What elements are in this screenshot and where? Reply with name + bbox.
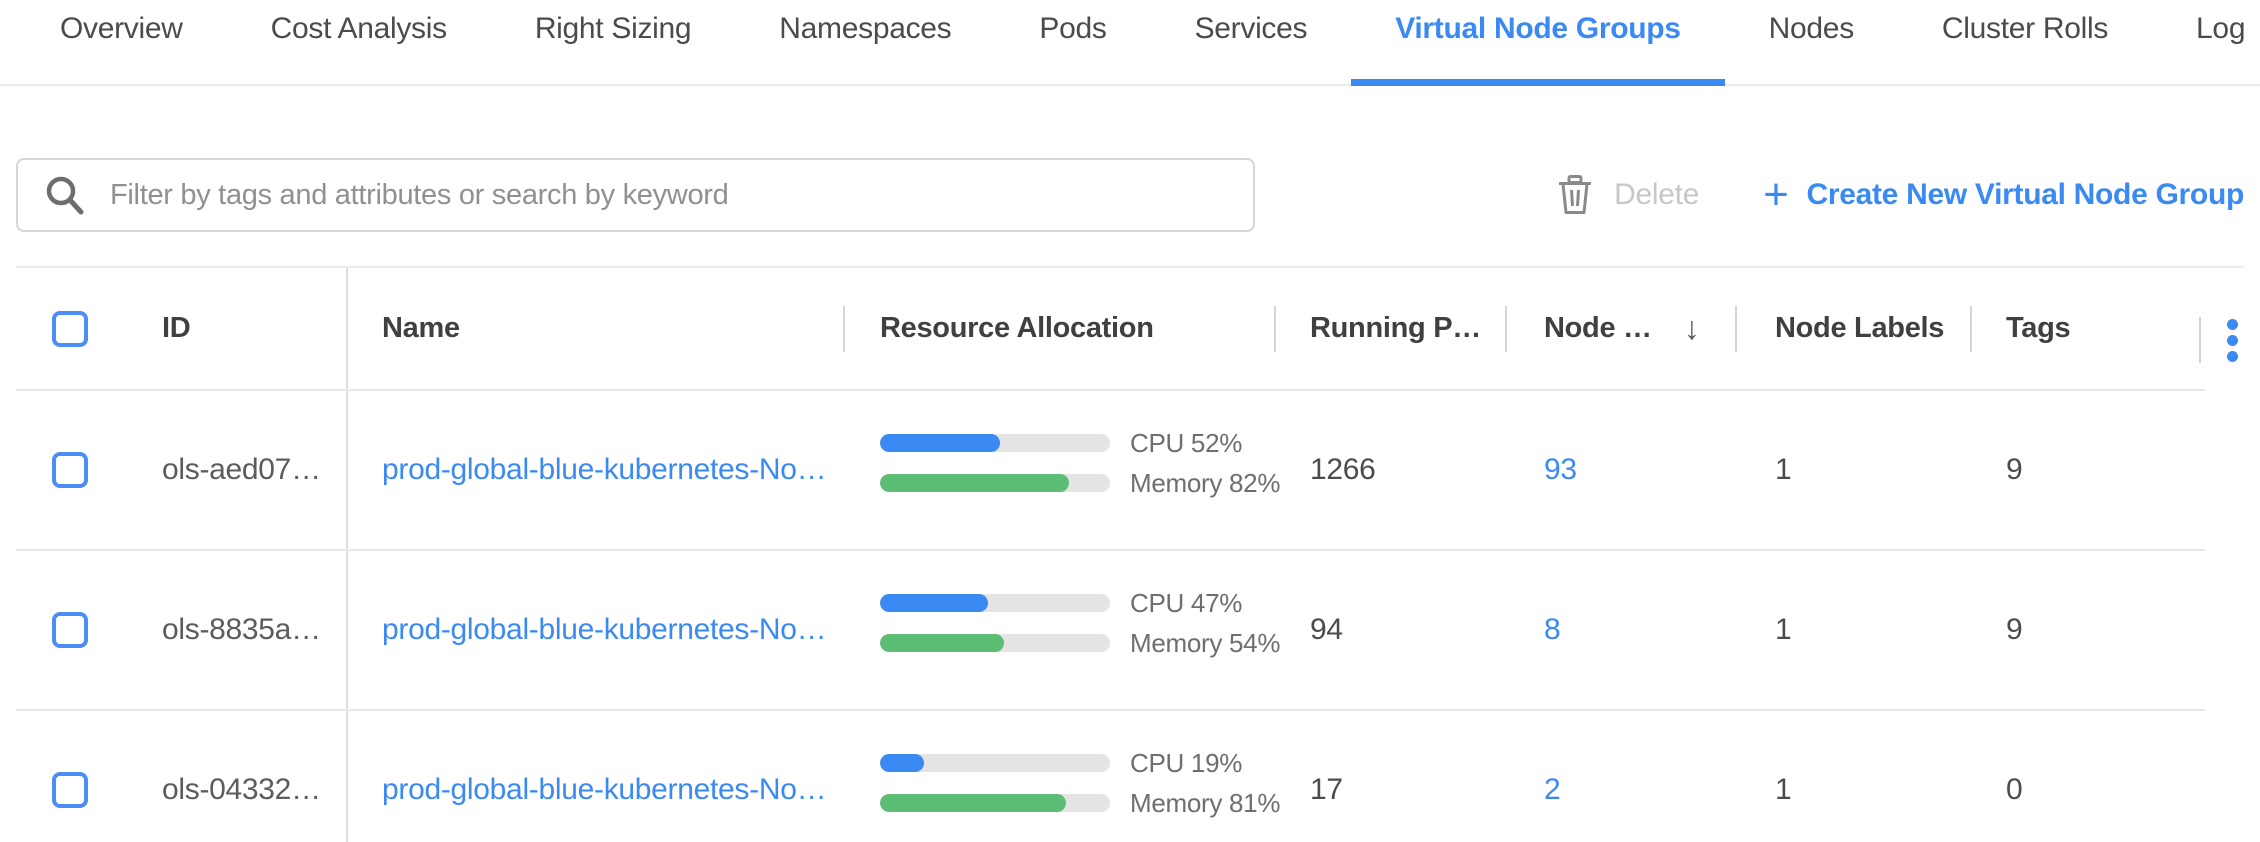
column-divider xyxy=(1274,306,1276,352)
vng-name-link[interactable]: prod-global-blue-kubernetes-No… xyxy=(382,613,826,647)
nodes-count-link[interactable]: 2 xyxy=(1544,773,1560,807)
trash-icon xyxy=(1558,175,1592,215)
nodes-count-link[interactable]: 93 xyxy=(1544,453,1577,487)
create-vng-button-label: Create New Virtual Node Group xyxy=(1806,178,2244,212)
tab-log[interactable]: Log xyxy=(2152,0,2260,84)
toolbar: Delete + Create New Virtual Node Group xyxy=(16,158,2244,232)
cpu-label: CPU 19% xyxy=(1130,748,1242,779)
tab-cost-analysis[interactable]: Cost Analysis xyxy=(227,0,491,84)
tab-namespaces[interactable]: Namespaces xyxy=(735,0,995,84)
column-header-running-pods: Running P… xyxy=(1274,268,1505,389)
cpu-bar-fill xyxy=(880,754,924,772)
column-divider xyxy=(1505,306,1507,352)
table-row: ols-04332… prod-global-blue-kubernetes-N… xyxy=(16,709,2205,842)
cpu-bar xyxy=(880,434,1110,452)
sort-desc-icon[interactable]: ↓ xyxy=(1684,310,1700,347)
resource-allocation-cell: CPU 19% Memory 81% xyxy=(880,754,1280,812)
nodes-count-link[interactable]: 8 xyxy=(1544,613,1560,647)
cpu-bar-fill xyxy=(880,434,1000,452)
cpu-label: CPU 52% xyxy=(1130,428,1242,459)
vng-id: ols-8835a… xyxy=(162,613,321,647)
tab-virtual-node-groups[interactable]: Virtual Node Groups xyxy=(1351,0,1724,84)
resource-allocation-cell: CPU 52% Memory 82% xyxy=(880,434,1280,492)
memory-label: Memory 81% xyxy=(1130,788,1280,819)
column-header-node-labels: Node Labels xyxy=(1735,268,1970,389)
tab-right-sizing[interactable]: Right Sizing xyxy=(491,0,735,84)
column-header-tags: Tags xyxy=(1970,268,2205,389)
tab-cluster-rolls[interactable]: Cluster Rolls xyxy=(1898,0,2152,84)
tab-pods[interactable]: Pods xyxy=(995,0,1150,84)
column-divider xyxy=(1735,306,1737,352)
running-pods-count: 94 xyxy=(1310,613,1343,647)
tags-count: 9 xyxy=(2006,453,2022,487)
vng-id: ols-aed07… xyxy=(162,453,321,487)
cpu-bar-fill xyxy=(880,594,988,612)
filter-search-box xyxy=(16,158,1255,232)
row-checkbox[interactable] xyxy=(52,772,88,808)
vng-id: ols-04332… xyxy=(162,773,321,807)
delete-button-label: Delete xyxy=(1614,178,1699,212)
node-labels-count: 1 xyxy=(1775,453,1791,487)
row-checkbox[interactable] xyxy=(52,612,88,648)
cpu-bar xyxy=(880,594,1110,612)
running-pods-count: 1266 xyxy=(1310,453,1376,487)
column-header-nodes: Node …↓ xyxy=(1505,268,1735,389)
vng-table: ID Name Resource Allocation Running P… N… xyxy=(16,266,2244,842)
search-icon xyxy=(44,175,86,217)
column-options-icon[interactable] xyxy=(2227,319,2238,362)
memory-bar-fill xyxy=(880,634,1004,652)
tags-count: 9 xyxy=(2006,613,2022,647)
tab-services[interactable]: Services xyxy=(1151,0,1352,84)
column-divider xyxy=(1970,306,1972,352)
table-row: ols-aed07… prod-global-blue-kubernetes-N… xyxy=(16,389,2205,549)
node-labels-count: 1 xyxy=(1775,613,1791,647)
column-divider xyxy=(843,306,845,352)
memory-bar-fill xyxy=(880,474,1069,492)
memory-bar xyxy=(880,634,1110,652)
create-vng-button[interactable]: + Create New Virtual Node Group xyxy=(1763,178,2244,212)
running-pods-count: 17 xyxy=(1310,773,1343,807)
column-divider xyxy=(2199,317,2201,363)
resource-allocation-cell: CPU 47% Memory 54% xyxy=(880,594,1280,652)
column-header-name: Name xyxy=(346,268,843,389)
tab-overview[interactable]: Overview xyxy=(16,0,227,84)
tab-nodes[interactable]: Nodes xyxy=(1725,0,1898,84)
vng-name-link[interactable]: prod-global-blue-kubernetes-No… xyxy=(382,773,826,807)
filter-input[interactable] xyxy=(16,158,1255,232)
column-header-resource: Resource Allocation xyxy=(843,268,1274,389)
vng-name-link[interactable]: prod-global-blue-kubernetes-No… xyxy=(382,453,826,487)
delete-button[interactable]: Delete xyxy=(1558,175,1699,215)
tab-bar: Overview Cost Analysis Right Sizing Name… xyxy=(0,0,2260,86)
memory-label: Memory 54% xyxy=(1130,628,1280,659)
memory-label: Memory 82% xyxy=(1130,468,1280,499)
plus-icon: + xyxy=(1763,180,1788,210)
memory-bar xyxy=(880,794,1110,812)
table-row: ols-8835a… prod-global-blue-kubernetes-N… xyxy=(16,549,2205,709)
table-header: ID Name Resource Allocation Running P… N… xyxy=(16,268,2205,389)
memory-bar xyxy=(880,474,1110,492)
tags-count: 0 xyxy=(2006,773,2022,807)
cpu-label: CPU 47% xyxy=(1130,588,1242,619)
memory-bar-fill xyxy=(880,794,1066,812)
column-header-id: ID xyxy=(146,268,346,389)
cpu-bar xyxy=(880,754,1110,772)
node-labels-count: 1 xyxy=(1775,773,1791,807)
select-all-checkbox[interactable] xyxy=(52,311,88,347)
row-checkbox[interactable] xyxy=(52,452,88,488)
